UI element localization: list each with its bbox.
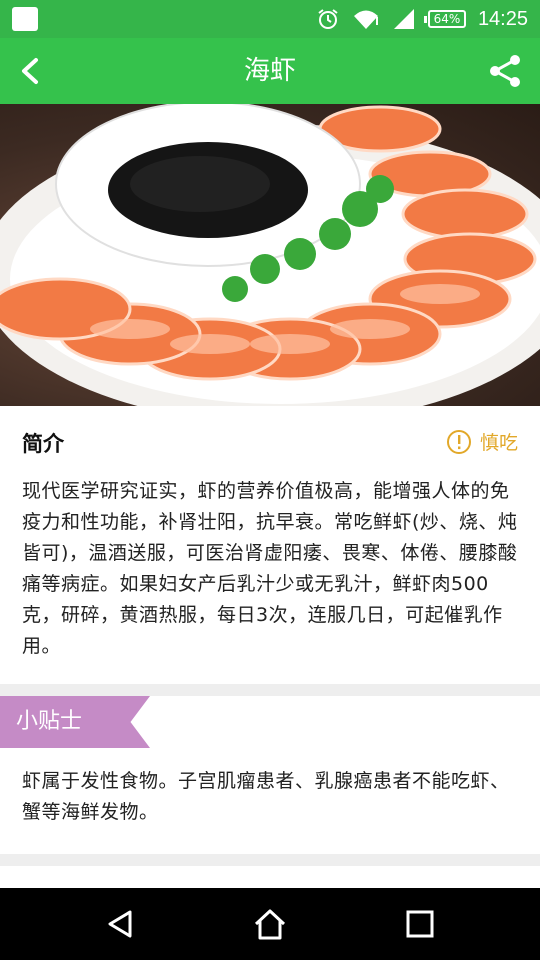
section-divider [0, 854, 540, 866]
caution-label: 慎吃 [479, 432, 518, 454]
battery-icon: 64% [423, 10, 466, 28]
intro-heading: 简介 [22, 432, 64, 456]
warning-icon [446, 429, 471, 454]
status-icons: 64% 14:25 [316, 5, 528, 33]
nav-back-icon[interactable] [102, 906, 138, 942]
nav-recents-icon[interactable] [402, 906, 438, 942]
food-illustration [0, 104, 540, 406]
system-nav-bar [0, 888, 540, 960]
intro-body: 现代医学研究证实，虾的营养价值极高，能增强人体的免疫力和性功能，补肾壮阳，抗早衰… [22, 480, 518, 657]
clock: 14:25 [477, 7, 528, 30]
battery-level: 64% [433, 12, 461, 26]
caution-badge: 慎吃 [446, 428, 518, 455]
tips-section: 小贴士 虾属于发性食物。子宫肌瘤患者、乳腺癌患者不能吃虾、蟹等海鲜发物。 [0, 696, 540, 854]
signal-icon [393, 9, 414, 29]
notification-icon [12, 7, 38, 31]
shrimp-dish-photo [0, 104, 540, 406]
intro-section: 简介 慎吃 现代医学研究证实，虾的营养价值极高，能增强人体的免疫力和性功能，补肾… [0, 406, 540, 684]
status-bar: 64% 14:25 [0, 0, 540, 38]
section-divider [0, 684, 540, 696]
app-bar: 海虾 [0, 38, 540, 104]
alarm-icon [318, 9, 338, 29]
page-title: 海虾 [243, 56, 296, 86]
tips-body: 虾属于发性食物。子宫肌瘤患者、乳腺癌患者不能吃虾、蟹等海鲜发物。 [22, 770, 510, 823]
share-icon[interactable] [486, 52, 524, 90]
wifi-icon [353, 10, 378, 29]
next-section-top [0, 866, 540, 888]
tips-badge: 小贴士 [0, 696, 150, 748]
nav-home-icon[interactable] [252, 906, 288, 942]
